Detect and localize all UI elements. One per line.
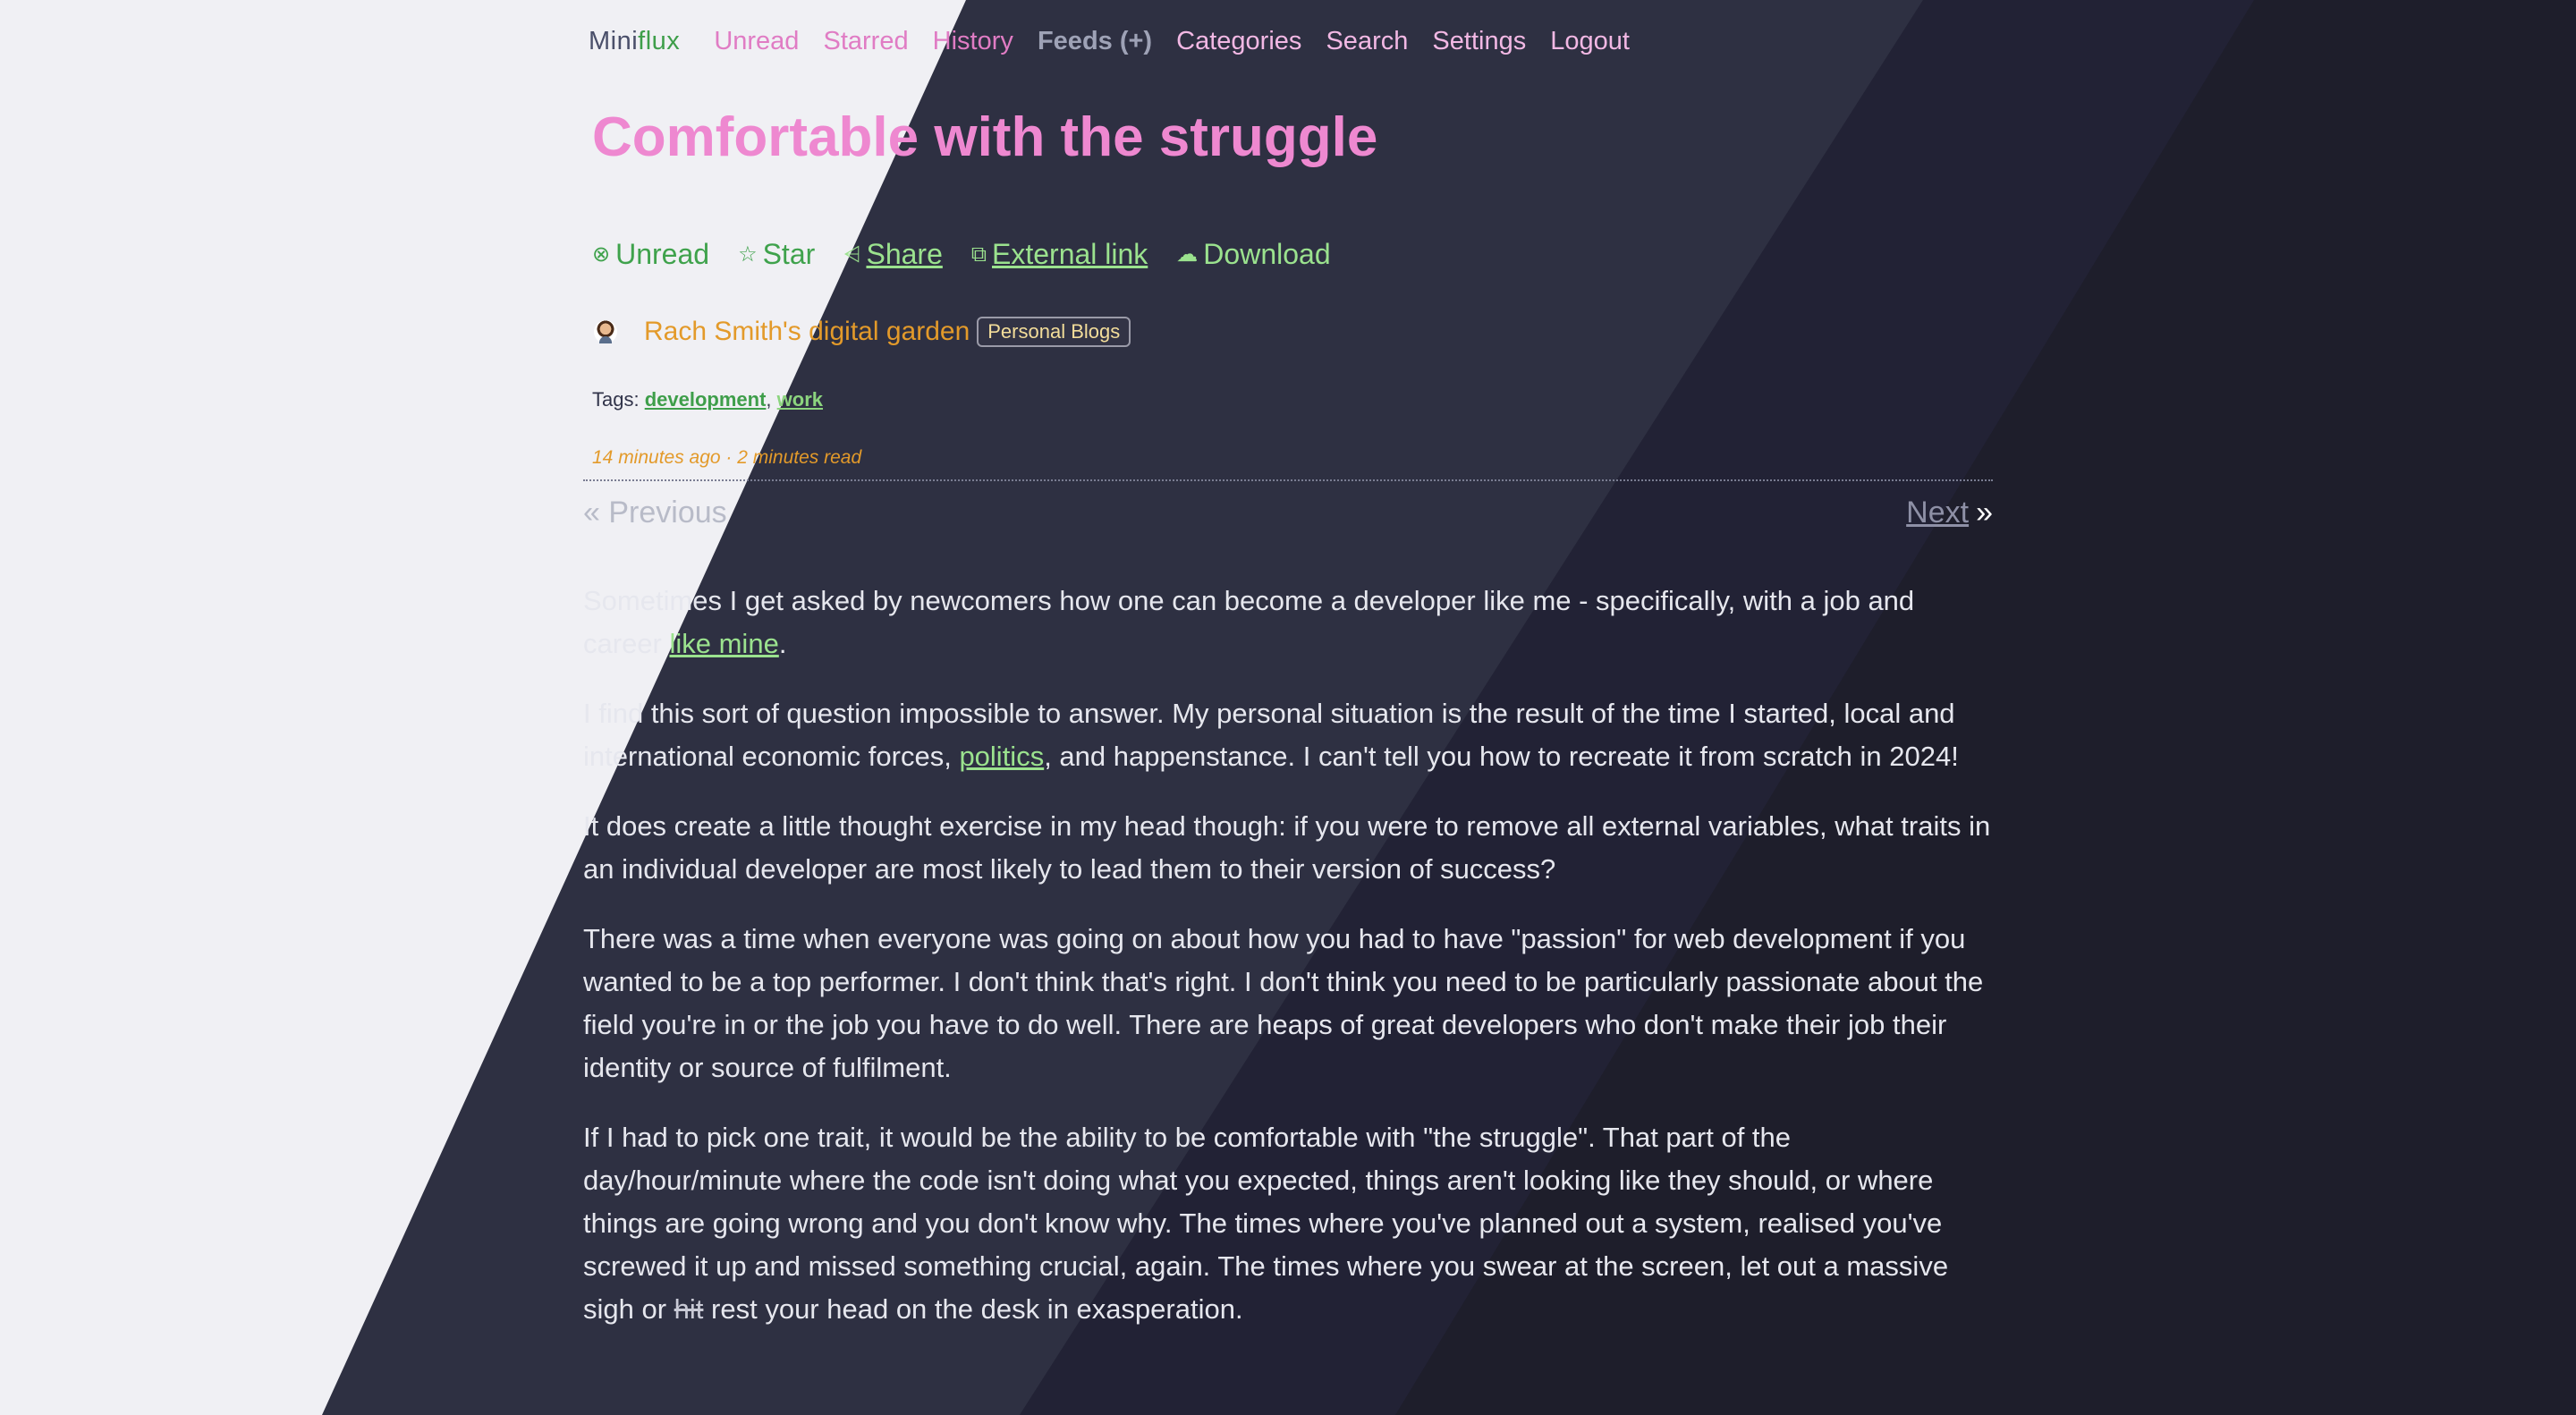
header-divider [583,479,1993,481]
entry-pagination: « Previous Next» [583,496,1993,537]
external-link-button[interactable]: ⧉ External link [971,238,1148,271]
cloud-download-icon: ☁ [1176,242,1199,267]
tag-work[interactable]: work [777,388,823,411]
logo-flux-text: flux [638,26,681,55]
paragraph-3: It does create a little thought exercise… [583,810,1991,885]
nav-feeds[interactable]: Feeds (+) [1038,27,1152,55]
circle-x-icon: ⊗ [592,242,611,267]
app-logo[interactable]: Miniflux [589,27,680,56]
paragraph-1: Sometimes I get asked by newcomers how o… [583,580,1996,665]
download-label: Download [1203,238,1331,270]
feed-info: Rach Smith's digital garden Personal Blo… [594,317,1131,347]
nav-logout[interactable]: Logout [1550,27,1630,55]
entry-title[interactable]: Comfortable with the struggle [592,106,1377,169]
external-link-label: External link [992,238,1148,270]
like-mine-link[interactable]: like mine [669,628,778,659]
nav-categories[interactable]: Categories [1176,27,1301,55]
external-link-icon: ⧉ [970,241,987,267]
share-icon: ⩤ [843,241,861,267]
nav-history[interactable]: History [933,27,1013,55]
star-label: Star [762,238,816,270]
entry-meta: 14 minutes ago · 2 minutes read [592,447,862,468]
download-button[interactable]: ☁ Download [1176,238,1330,271]
category-badge[interactable]: Personal Blogs [977,317,1131,347]
star-button[interactable]: ☆ Star [738,238,815,271]
star-icon: ☆ [738,242,758,267]
share-label: Share [866,238,943,270]
next-arrow: » [1976,496,1993,530]
logo-mini-text: Mini [589,26,639,55]
mark-unread-label: Unread [615,238,710,270]
nav-starred[interactable]: Starred [824,27,909,55]
next-label: Next [1906,496,1970,530]
entry-page: Miniflux Unread Starred History Feeds (+… [0,0,2576,1415]
next-link[interactable]: Next» [1906,496,1993,530]
paragraph-5: If I had to pick one trait, it would be … [583,1116,1996,1331]
feed-avatar-icon [594,320,617,343]
entry-content: Sometimes I get asked by newcomers how o… [583,580,1996,1358]
strikethrough-text: hit [674,1293,704,1325]
paragraph-2-end: , and happenstance. I can't tell you how… [1044,741,1959,772]
top-header: Miniflux Unread Starred History Feeds (+… [589,23,1647,59]
share-button[interactable]: ⩤ Share [843,238,943,271]
previous-link[interactable]: « Previous [583,496,727,530]
tag-separator: , [766,388,777,411]
tag-development[interactable]: development [645,388,767,411]
entry-tags: Tags: development, work [592,388,823,411]
feed-name-link[interactable]: Rach Smith's digital garden [644,317,970,347]
politics-link[interactable]: politics [959,741,1044,772]
paragraph-4: There was a time when everyone was going… [583,923,1984,1083]
entry-actions: ⊗ Unread ☆ Star ⩤ Share ⧉ External link … [592,238,1360,271]
mark-unread-button[interactable]: ⊗ Unread [592,238,709,271]
paragraph-1-end: . [778,628,787,659]
main-nav: Unread Starred History Feeds (+) Categor… [714,27,1647,56]
tags-label: Tags: [592,388,640,411]
paragraph-5-end: rest your head on the desk in exasperati… [703,1293,1243,1325]
nav-settings[interactable]: Settings [1432,27,1526,55]
paragraph-2: I find this sort of question impossible … [583,692,1996,778]
nav-unread[interactable]: Unread [714,27,799,55]
nav-search[interactable]: Search [1326,27,1408,55]
